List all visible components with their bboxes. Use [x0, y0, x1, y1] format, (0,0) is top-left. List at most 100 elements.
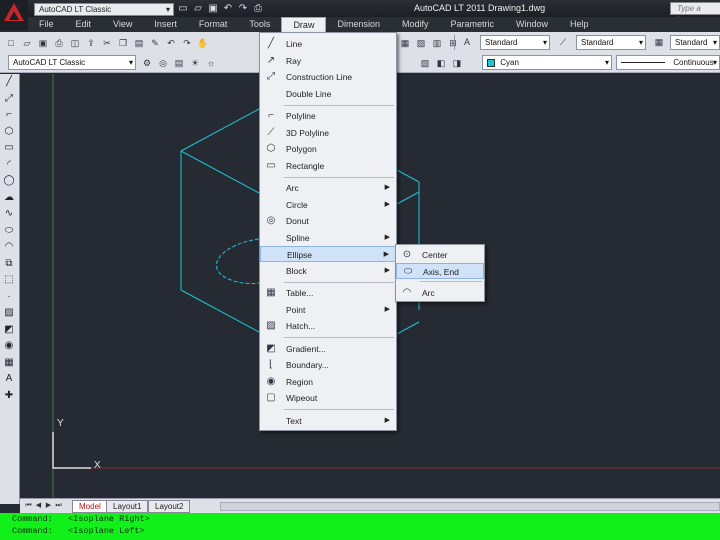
menu-item-ellipse[interactable]: Ellipse ▶	[260, 246, 396, 262]
horizontal-scrollbar[interactable]	[220, 502, 720, 511]
plot-icon[interactable]: ⎙	[252, 3, 264, 15]
menu-dimension[interactable]: Dimension	[326, 17, 391, 32]
menu-insert[interactable]: Insert	[143, 17, 188, 32]
prev-tab-icon[interactable]: ◀	[34, 501, 43, 511]
quickcalc-icon[interactable]: ⊞	[446, 36, 460, 50]
first-tab-icon[interactable]: ⏮	[24, 501, 33, 511]
application-menu-button[interactable]	[0, 0, 28, 30]
circle-icon[interactable]: ◯	[0, 173, 18, 190]
new-icon[interactable]: □	[4, 36, 18, 50]
menu-edit[interactable]: Edit	[65, 17, 103, 32]
sun-icon[interactable]: ☼	[204, 56, 218, 70]
gear-icon[interactable]: ⚙	[140, 56, 154, 70]
menu-modify[interactable]: Modify	[391, 17, 440, 32]
dim-style-dropdown[interactable]: Standard	[576, 35, 646, 50]
menu-item-wipeout[interactable]: ▢ Wipeout	[260, 390, 396, 406]
menu-item-text[interactable]: Text ▶	[260, 413, 396, 429]
menu-item-point[interactable]: Point ▶	[260, 302, 396, 318]
layer-state-icon[interactable]: ◨	[450, 56, 464, 70]
insert-block-icon[interactable]: ⧉	[0, 256, 18, 273]
submenu-item-center[interactable]: ⊙ Center	[396, 247, 484, 263]
ellipse-arc-icon[interactable]: ◠	[0, 239, 18, 256]
table-icon[interactable]: ▦	[0, 355, 18, 372]
match-properties-icon[interactable]: ✎	[148, 36, 162, 50]
open-icon[interactable]: ▱	[192, 3, 204, 15]
menu-parametric[interactable]: Parametric	[440, 17, 506, 32]
new-icon[interactable]: ▭	[177, 3, 189, 15]
menu-item-construction-line[interactable]: ⤢ Construction Line	[260, 69, 396, 85]
ellipse-icon[interactable]: ⬭	[0, 223, 18, 240]
redo-icon[interactable]: ↷	[237, 3, 249, 15]
open-icon[interactable]: ▱	[20, 36, 34, 50]
menu-item-spline[interactable]: Spline ▶	[260, 230, 396, 246]
menu-item-gradient[interactable]: ◩ Gradient...	[260, 341, 396, 357]
table-style-icon[interactable]: ▦	[652, 35, 666, 49]
cut-icon[interactable]: ✂	[100, 36, 114, 50]
rectangle-icon[interactable]: ▭	[0, 140, 18, 157]
lightbulb-icon[interactable]: ☀	[188, 56, 202, 70]
multiline-text-icon[interactable]: A	[0, 371, 18, 388]
menu-item-polyline[interactable]: ⌐ Polyline	[260, 108, 396, 124]
make-block-icon[interactable]: ⬚	[0, 272, 18, 289]
text-style-dropdown[interactable]: Standard	[480, 35, 550, 50]
revision-cloud-icon[interactable]: ☁	[0, 190, 18, 207]
publish-icon[interactable]: ⇪	[84, 36, 98, 50]
menu-draw[interactable]: Draw	[281, 17, 327, 32]
menu-item-region[interactable]: ◉ Region	[260, 374, 396, 390]
design-center-icon[interactable]: ▧	[414, 36, 428, 50]
properties-icon[interactable]: ▦	[398, 36, 412, 50]
add-selected-icon[interactable]: ✚	[0, 388, 18, 405]
polyline-icon[interactable]: ⌐	[0, 107, 18, 124]
menu-item-polygon[interactable]: ⬡ Polygon	[260, 141, 396, 157]
menu-format[interactable]: Format	[188, 17, 239, 32]
preview-icon[interactable]: ◫	[68, 36, 82, 50]
workspace-selector[interactable]: AutoCAD LT Classic	[8, 55, 136, 70]
make-current-icon[interactable]: ▨	[418, 56, 432, 70]
save-icon[interactable]: ▣	[36, 36, 50, 50]
table-style-dropdown[interactable]: Standard	[670, 35, 720, 50]
polygon-icon[interactable]: ⬡	[0, 124, 18, 141]
color-dropdown[interactable]: Cyan	[482, 55, 612, 70]
tab-layout2[interactable]: Layout2	[148, 500, 191, 513]
hatch-icon[interactable]: ▨	[0, 305, 18, 322]
menu-item-rectangle[interactable]: ▭ Rectangle	[260, 158, 396, 174]
menu-item-circle[interactable]: Circle ▶	[260, 197, 396, 213]
menu-item-block[interactable]: Block ▶	[260, 263, 396, 279]
search-input[interactable]: Type a keyw	[670, 2, 720, 24]
menu-item-double-line[interactable]: Double Line	[260, 86, 396, 102]
undo-icon[interactable]: ↶	[222, 3, 234, 15]
menu-item-3d-polyline[interactable]: ⟋ 3D Polyline	[260, 125, 396, 141]
next-tab-icon[interactable]: ▶	[44, 501, 53, 511]
tab-layout1[interactable]: Layout1	[106, 500, 149, 513]
menu-file[interactable]: File	[28, 17, 65, 32]
menu-item-table[interactable]: ▦ Table...	[260, 285, 396, 301]
spline-icon[interactable]: ∿	[0, 206, 18, 223]
print-icon[interactable]: ⎙	[52, 36, 66, 50]
arc-icon[interactable]: ◜	[0, 157, 18, 174]
workspace-settings-icon[interactable]: ◎	[156, 56, 170, 70]
command-line[interactable]: Command: <Isoplane Right> Command: <Isop…	[0, 513, 720, 540]
menu-help[interactable]: Help	[559, 17, 600, 32]
menu-item-arc[interactable]: Arc ▶	[260, 180, 396, 196]
menu-window[interactable]: Window	[505, 17, 559, 32]
undo-icon[interactable]: ↶	[164, 36, 178, 50]
menu-tools[interactable]: Tools	[238, 17, 281, 32]
text-style-icon[interactable]: A	[460, 35, 474, 49]
point-icon[interactable]: ·	[0, 289, 18, 306]
menu-item-line[interactable]: ╱ Line	[260, 36, 396, 52]
layer-properties-icon[interactable]: ▤	[172, 56, 186, 70]
line-icon[interactable]: ╱	[0, 74, 18, 91]
save-icon[interactable]: ▣	[207, 3, 219, 15]
workspace-dropdown[interactable]: AutoCAD LT Classic	[34, 2, 174, 16]
menu-item-hatch[interactable]: ▨ Hatch...	[260, 318, 396, 334]
menu-view[interactable]: View	[102, 17, 143, 32]
construction-line-icon[interactable]: ⤢	[0, 91, 18, 108]
linetype-dropdown[interactable]: Continuous	[616, 55, 720, 70]
submenu-item-axis-end[interactable]: ⬭ Axis, End	[396, 263, 484, 279]
menu-item-boundary[interactable]: ⌊ Boundary...	[260, 357, 396, 373]
region-icon[interactable]: ◉	[0, 338, 18, 355]
gradient-icon[interactable]: ◩	[0, 322, 18, 339]
pan-icon[interactable]: ✋	[196, 36, 210, 50]
submenu-item-arc[interactable]: ◠ Arc	[396, 285, 484, 301]
tab-model[interactable]: Model	[72, 500, 108, 513]
